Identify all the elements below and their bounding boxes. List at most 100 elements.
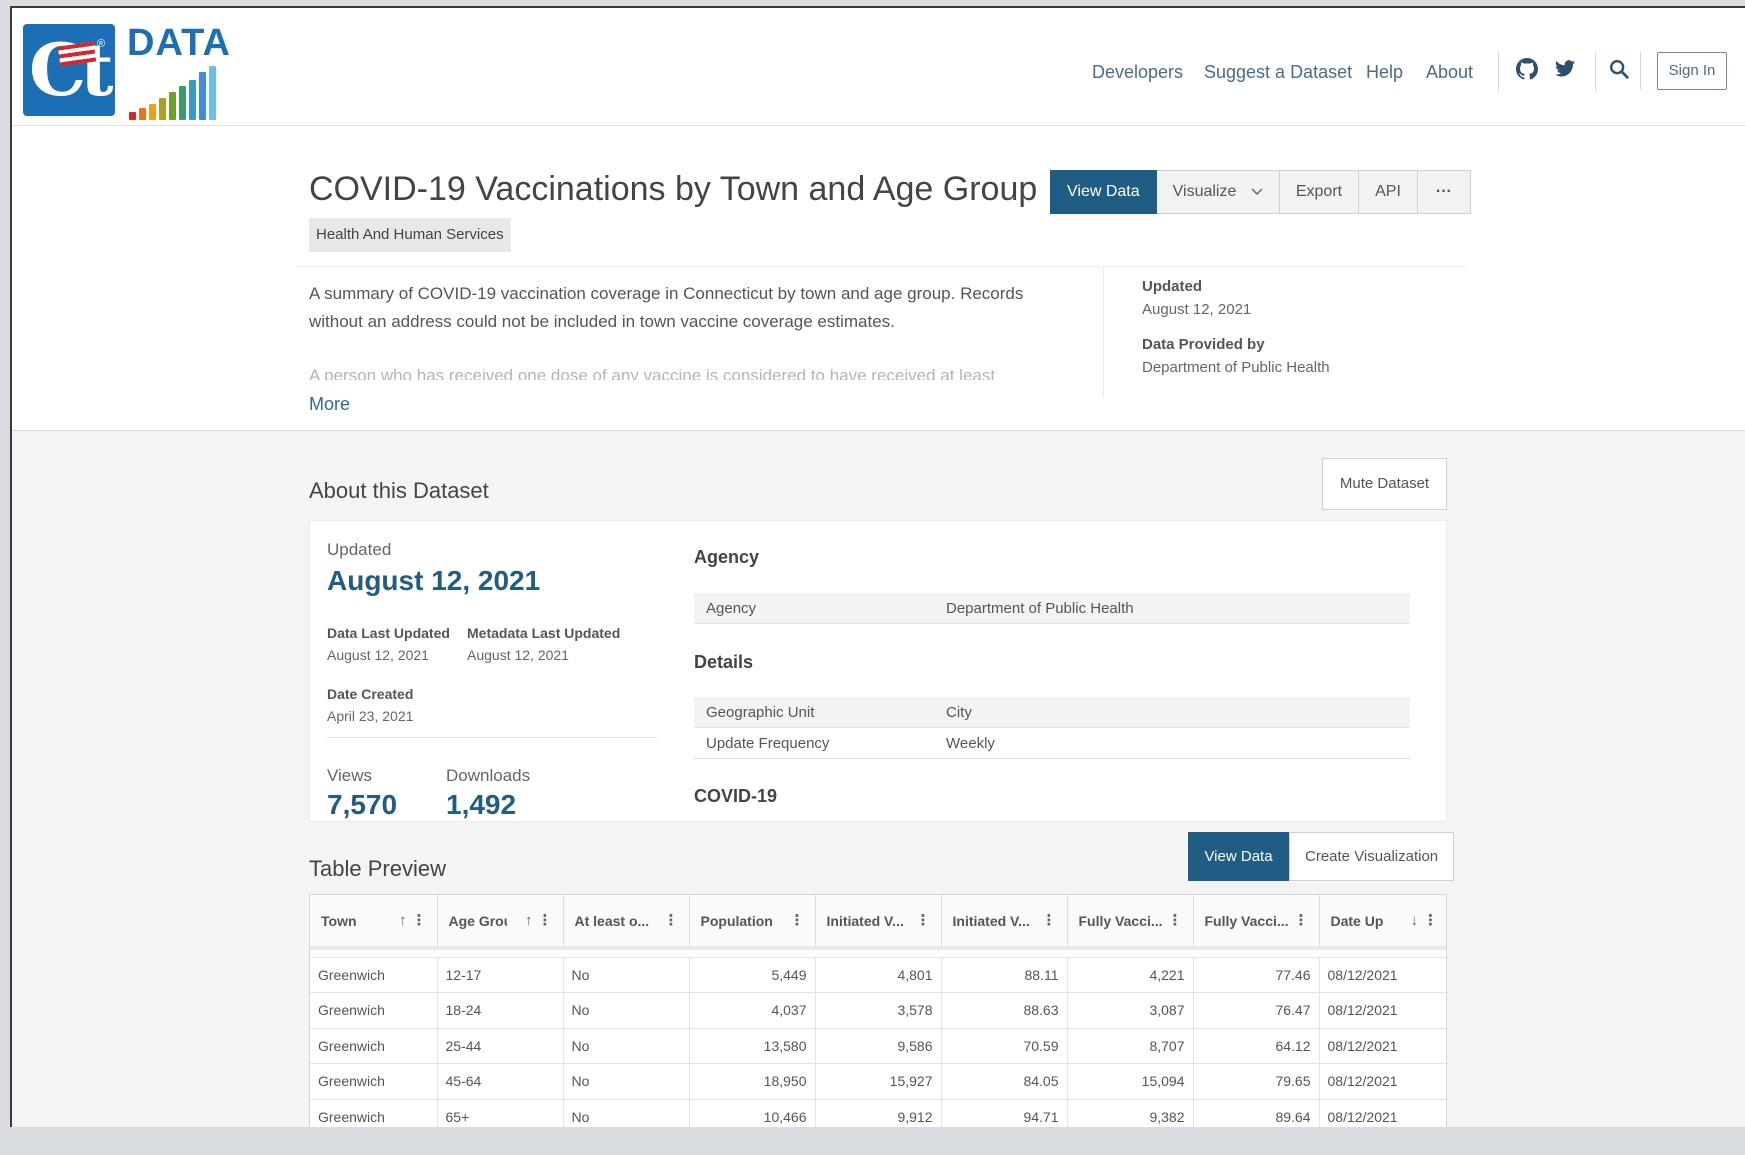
ctdata-logo[interactable]: Ct ® DATA — [23, 22, 230, 120]
api-button[interactable]: API — [1359, 170, 1418, 214]
table-cell: 94.71 — [941, 1099, 1068, 1127]
table-cell: 89.64 — [1193, 1099, 1320, 1127]
more-link[interactable]: More — [309, 394, 350, 415]
mute-dataset-button[interactable]: Mute Dataset — [1322, 458, 1447, 510]
geographic-unit-value: City — [946, 704, 972, 721]
column-header-age-group[interactable]: Age Grou ↑ ⋮ — [437, 895, 564, 948]
sort-ascending-icon[interactable]: ↑ — [399, 912, 407, 929]
table-cell: 65+ — [437, 1099, 564, 1127]
table-body: Greenwich 12-17 No 5,449 4,801 88.11 4,221 77.4… — [310, 948, 1446, 1127]
nav-about[interactable]: About — [1426, 62, 1473, 83]
table-cell: Greenwich — [310, 992, 438, 1028]
sort-ascending-icon[interactable]: ↑ — [525, 912, 533, 929]
nav-divider — [1595, 52, 1596, 90]
downloads-value: 1,492 — [446, 789, 517, 820]
column-menu-icon[interactable]: ⋮ — [1423, 911, 1438, 929]
details-section-title: Details — [694, 652, 754, 672]
title-divider — [297, 266, 1467, 267]
downloads-label: Downloads — [446, 766, 531, 785]
table-cell: 25-44 — [437, 1028, 564, 1064]
table-row[interactable]: Greenwich 12-17 No 5,449 4,801 88.11 4,221 77.4… — [310, 957, 1446, 993]
table-cell: 12-17 — [437, 957, 564, 993]
column-header-fully-vacci-1[interactable]: Fully Vacci... ⋮ — [1067, 895, 1194, 948]
chevron-down-icon — [1251, 171, 1263, 213]
table-header-row: Town ↑ ⋮ Age Grou ↑ ⋮ At least o... ⋮ Populat… — [310, 895, 1446, 948]
table-row[interactable]: Greenwich 18-24 No 4,037 3,578 88.63 3,087 76.4… — [310, 992, 1446, 1028]
agency-key: Agency — [706, 600, 757, 617]
dataset-title-band: COVID-19 Vaccinations by Town and Age Gr… — [12, 126, 1745, 431]
column-menu-icon[interactable]: ⋮ — [1294, 911, 1309, 929]
agency-section-title: Agency — [694, 547, 760, 567]
column-header-date-updated[interactable]: Date Up ↓ ⋮ — [1319, 895, 1446, 948]
table-row[interactable]: Greenwich 25-44 No 13,580 9,586 70.59 8,707 64.… — [310, 1028, 1446, 1064]
table-cell: No — [563, 1028, 690, 1064]
column-header-initiated-v-1[interactable]: Initiated V... ⋮ — [815, 895, 942, 948]
column-menu-icon[interactable]: ⋮ — [1042, 911, 1057, 929]
column-menu-icon[interactable]: ⋮ — [1168, 911, 1183, 929]
table-preview-buttons: View Data Create Visualization — [1188, 832, 1455, 881]
sign-in-button[interactable]: Sign In — [1657, 52, 1727, 90]
export-button[interactable]: Export — [1279, 170, 1360, 214]
table-cell: No — [563, 1099, 690, 1127]
nav-developers[interactable]: Developers — [1092, 62, 1183, 83]
table-view-data-button[interactable]: View Data — [1188, 832, 1289, 881]
table-row[interactable]: Greenwich 45-64 No 18,950 15,927 84.05 15,094 7… — [310, 1063, 1446, 1099]
nav-suggest-dataset[interactable]: Suggest a Dataset — [1204, 62, 1352, 83]
meta-divider — [1103, 267, 1104, 397]
column-header-at-least-one[interactable]: At least o... ⋮ — [563, 895, 690, 948]
column-header-population[interactable]: Population ⋮ — [689, 895, 816, 948]
table-cell: 08/12/2021 — [1327, 1037, 1398, 1054]
column-header-town[interactable]: Town ↑ ⋮ — [310, 895, 438, 948]
dataset-description-faded: A person who has received one dose of an… — [309, 366, 996, 380]
data-last-updated-label: Data Last Updated — [327, 625, 450, 641]
column-label: Population — [700, 913, 773, 930]
agency-row: Agency Department of Public Health — [694, 593, 1410, 624]
provided-by-label: Data Provided by — [1142, 336, 1265, 353]
updated-label: Updated — [1142, 278, 1202, 295]
create-visualization-button[interactable]: Create Visualization — [1289, 832, 1455, 881]
table-cell: 08/12/2021 — [1327, 1109, 1398, 1125]
column-label: Initiated V... — [826, 913, 904, 930]
table-cell: 79.65 — [1193, 1063, 1320, 1099]
about-card: Updated August 12, 2021 Data Last Update… — [309, 520, 1447, 822]
visualize-button[interactable]: Visualize — [1156, 170, 1280, 214]
sort-descending-icon[interactable]: ↓ — [1411, 912, 1419, 929]
dataset-description: A summary of COVID-19 vaccination covera… — [309, 284, 1024, 331]
column-menu-icon[interactable]: ⋮ — [412, 911, 427, 929]
agency-value: Department of Public Health — [946, 600, 1134, 617]
table-cell: 4,037 — [689, 992, 816, 1028]
view-data-button[interactable]: View Data — [1050, 170, 1157, 214]
twitter-icon[interactable] — [1554, 58, 1580, 84]
stats-divider — [327, 737, 657, 738]
nav-help[interactable]: Help — [1366, 62, 1403, 83]
column-menu-icon[interactable]: ⋮ — [538, 911, 553, 929]
column-menu-icon[interactable]: ⋮ — [916, 911, 931, 929]
about-updated-label: Updated — [327, 540, 392, 559]
column-menu-icon[interactable]: ⋮ — [790, 911, 805, 929]
updated-value: August 12, 2021 — [1142, 301, 1252, 318]
column-label: Fully Vacci... — [1204, 913, 1289, 930]
table-cell: 4,801 — [815, 957, 942, 993]
column-label: Age Grou — [448, 913, 507, 930]
category-tag[interactable]: Health And Human Services — [309, 218, 511, 252]
table-cell: Greenwich — [310, 1099, 438, 1127]
site-header: Ct ® DATA Developers Suggest a Dataset H… — [12, 8, 1745, 126]
column-header-initiated-v-2[interactable]: Initiated V... ⋮ — [941, 895, 1068, 948]
table-cell: 64.12 — [1193, 1028, 1320, 1064]
views-label: Views — [327, 766, 373, 785]
visualize-label: Visualize — [1172, 183, 1237, 201]
column-menu-icon[interactable]: ⋮ — [664, 911, 679, 929]
table-cell: 13,580 — [689, 1028, 816, 1064]
column-label: Town — [321, 913, 357, 930]
github-icon[interactable] — [1516, 58, 1542, 84]
more-actions-button[interactable]: ··· — [1417, 170, 1471, 214]
logo-registered-mark: ® — [97, 38, 106, 50]
table-cell: 45-64 — [437, 1063, 564, 1099]
update-frequency-row: Update Frequency Weekly — [694, 728, 1410, 759]
search-icon[interactable] — [1608, 58, 1634, 84]
table-cell: 84.05 — [941, 1063, 1068, 1099]
column-header-fully-vacci-2[interactable]: Fully Vacci... ⋮ — [1193, 895, 1320, 948]
views-value: 7,570 — [327, 789, 398, 820]
table-row[interactable]: Greenwich 65+ No 10,466 9,912 94.71 9,382 89.64… — [310, 1099, 1446, 1127]
metadata-last-updated-value: August 12, 2021 — [467, 647, 569, 663]
